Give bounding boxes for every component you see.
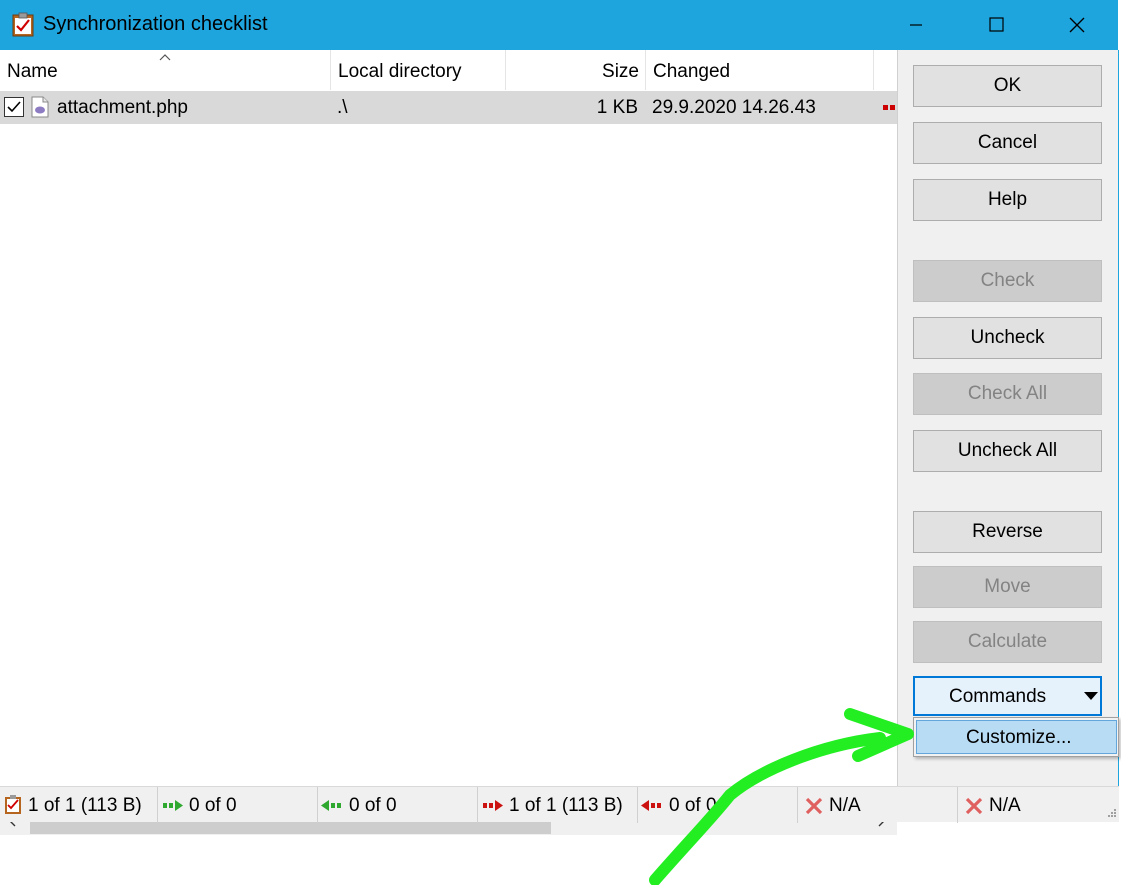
status-upload-update: 1 of 1 (113 B) [478, 787, 638, 823]
checkmark-icon [7, 101, 21, 113]
uncheck-all-button[interactable]: Uncheck All [913, 430, 1102, 472]
download-update-red-arrow-icon [641, 800, 661, 811]
file-changed: 29.9.2020 14.26.43 [652, 97, 816, 118]
cancel-button[interactable]: Cancel [913, 122, 1102, 164]
menu-item-customize[interactable]: Customize... [916, 720, 1117, 754]
reverse-button[interactable]: Reverse [913, 511, 1102, 553]
php-file-icon [31, 96, 49, 118]
help-button[interactable]: Help [913, 179, 1102, 221]
minimize-icon [910, 24, 922, 26]
uncheck-button[interactable]: Uncheck [913, 317, 1102, 359]
status-bar: 1 of 1 (113 B) 0 of 0 0 of 0 1 of 1 (113… [0, 786, 1119, 823]
window-title: Synchronization checklist [43, 13, 268, 35]
upload-update-red-arrow-icon [483, 800, 503, 811]
commands-label: Commands [949, 686, 1047, 707]
close-button[interactable] [1037, 0, 1117, 50]
file-size: 1 KB [596, 97, 638, 118]
status-delete-remote: N/A [798, 787, 958, 823]
upload-new-green-arrow-icon [163, 800, 183, 811]
status-checklist: 1 of 1 (113 B) [0, 787, 158, 823]
status-download-update: 0 of 0 [638, 787, 798, 823]
move-button[interactable]: Move [913, 566, 1102, 608]
status-download-new: 0 of 0 [318, 787, 478, 823]
column-header-changed[interactable]: Changed [646, 50, 874, 90]
sync-checklist-list[interactable]: Name Local directory Size Changed attach… [0, 50, 898, 835]
close-icon [1069, 17, 1085, 33]
status-delete-local: N/A [958, 787, 1119, 823]
resize-grip-icon[interactable] [1103, 806, 1117, 820]
check-all-button[interactable]: Check All [913, 373, 1102, 415]
minimize-button[interactable] [876, 0, 956, 50]
maximize-button[interactable] [956, 0, 1036, 50]
delete-x-icon [965, 797, 983, 815]
local-directory: .\ [337, 97, 348, 118]
commands-dropdown-button[interactable]: Commands [913, 676, 1102, 716]
download-new-green-arrow-icon [321, 800, 341, 811]
commands-popup-menu: Customize... [913, 717, 1119, 757]
status-upload-new: 0 of 0 [158, 787, 318, 823]
title-bar[interactable]: Synchronization checklist [0, 0, 1118, 50]
file-name: attachment.php [57, 97, 188, 118]
sort-ascending-icon [159, 54, 171, 61]
checklist-clipboard-icon [12, 12, 34, 37]
maximize-icon [989, 17, 1004, 32]
ok-button[interactable]: OK [913, 65, 1102, 107]
checklist-clipboard-icon [5, 795, 21, 814]
list-header: Name Local directory Size Changed [0, 50, 897, 90]
table-row[interactable]: attachment.php .\ 1 KB 29.9.2020 14.26.4… [0, 91, 897, 124]
chevron-down-icon [1084, 692, 1098, 700]
column-header-local-directory[interactable]: Local directory [331, 50, 506, 90]
check-button[interactable]: Check [913, 260, 1102, 302]
column-header-size[interactable]: Size [506, 50, 646, 90]
calculate-button[interactable]: Calculate [913, 621, 1102, 663]
delete-x-icon [805, 797, 823, 815]
upload-red-arrow-icon [883, 105, 895, 110]
button-panel: OK Cancel Help Check Uncheck Check All U… [898, 50, 1118, 786]
row-checkbox[interactable] [4, 97, 24, 117]
